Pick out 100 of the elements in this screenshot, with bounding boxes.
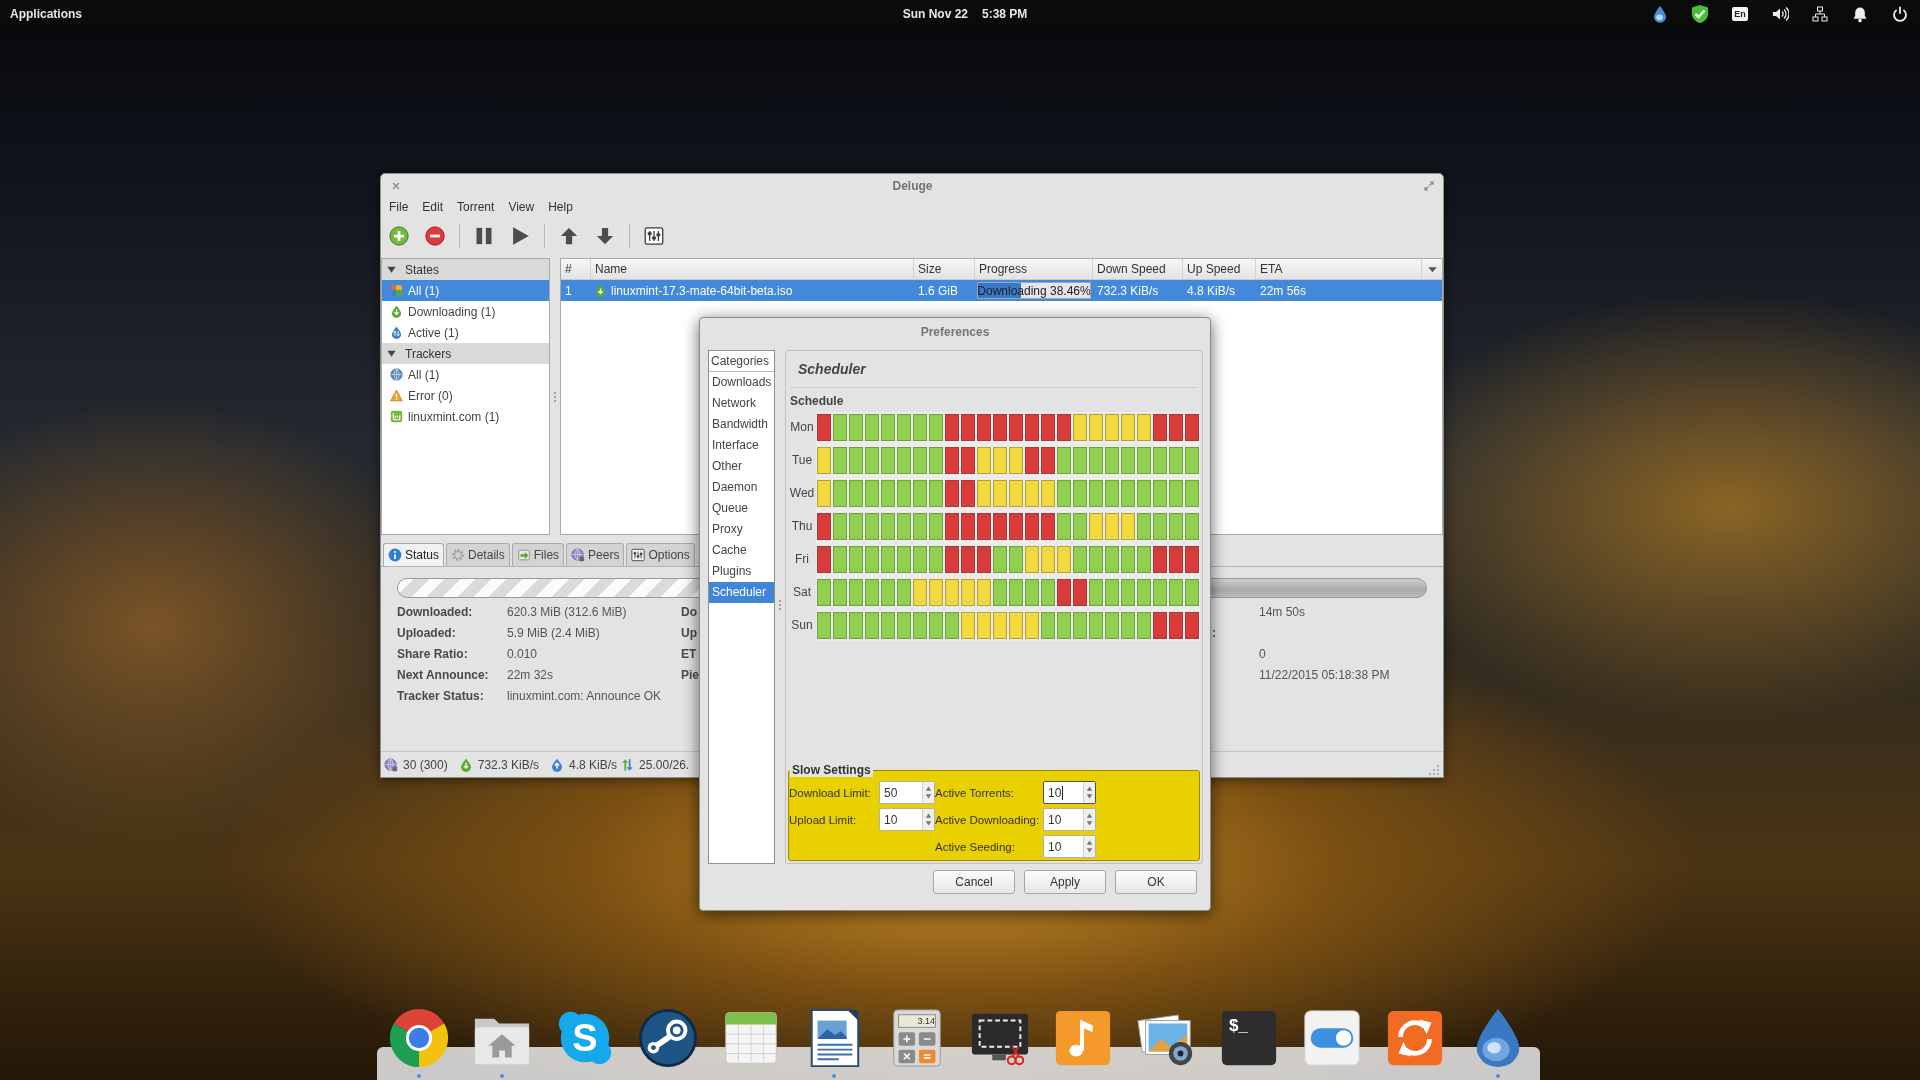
schedule-cell[interactable]: [833, 612, 847, 639]
schedule-cell[interactable]: [1057, 513, 1071, 540]
schedule-cell[interactable]: [961, 414, 975, 441]
filter-item[interactable]: Downloading (1): [382, 301, 549, 322]
filter-item[interactable]: linuxmint.com (1): [382, 406, 549, 427]
tab[interactable]: Peers: [566, 543, 625, 566]
schedule-cell[interactable]: [977, 546, 991, 573]
clock-text[interactable]: 5:38 PM: [982, 7, 1028, 21]
arrow-up-icon[interactable]: [559, 226, 579, 246]
schedule-cell[interactable]: [1073, 513, 1087, 540]
schedule-cell[interactable]: [1169, 546, 1183, 573]
schedule-cell[interactable]: [817, 414, 831, 441]
schedule-cell[interactable]: [897, 513, 911, 540]
schedule-cell[interactable]: [945, 414, 959, 441]
schedule-cell[interactable]: [1073, 546, 1087, 573]
schedule-cell[interactable]: [1041, 513, 1055, 540]
schedule-cell[interactable]: [897, 447, 911, 474]
play-icon[interactable]: [510, 226, 530, 246]
tab[interactable]: Status: [383, 543, 445, 566]
schedule-cell[interactable]: [881, 612, 895, 639]
schedule-cell[interactable]: [865, 447, 879, 474]
menu-item[interactable]: File: [382, 198, 416, 216]
schedule-cell[interactable]: [1009, 612, 1023, 639]
filter-item[interactable]: Active (1): [382, 322, 549, 343]
schedule-cell[interactable]: [865, 579, 879, 606]
schedule-cell[interactable]: [1073, 447, 1087, 474]
schedule-cell[interactable]: [1025, 447, 1039, 474]
grip-icon[interactable]: [778, 599, 782, 611]
schedule-cell[interactable]: [961, 513, 975, 540]
schedule-cell[interactable]: [865, 546, 879, 573]
schedule-cell[interactable]: [1121, 546, 1135, 573]
schedule-cell[interactable]: [1089, 447, 1103, 474]
schedule-cell[interactable]: [881, 546, 895, 573]
schedule-cell[interactable]: [913, 579, 927, 606]
category-item[interactable]: Interface: [709, 435, 774, 456]
column-header[interactable]: Name: [591, 259, 914, 279]
schedule-cell[interactable]: [993, 447, 1007, 474]
schedule-cell[interactable]: [1169, 447, 1183, 474]
schedule-cell[interactable]: [1009, 447, 1023, 474]
minus-circle-icon[interactable]: [425, 226, 445, 246]
speaker-icon[interactable]: [1771, 5, 1789, 23]
schedule-cell[interactable]: [1153, 579, 1167, 606]
column-header[interactable]: ETA: [1256, 259, 1422, 279]
schedule-cell[interactable]: [1105, 612, 1119, 639]
schedule-cell[interactable]: [1185, 480, 1199, 507]
spin-field[interactable]: 10: [879, 808, 935, 831]
disc-logo-icon[interactable]: [637, 1007, 699, 1069]
schedule-cell[interactable]: [1137, 546, 1151, 573]
schedule-cell[interactable]: [1137, 579, 1151, 606]
stepper-arrows-icon[interactable]: [1083, 809, 1095, 830]
schedule-cell[interactable]: [993, 414, 1007, 441]
schedule-cell[interactable]: [1169, 480, 1183, 507]
spin-field[interactable]: 50: [879, 781, 935, 804]
schedule-cell[interactable]: [1153, 612, 1167, 639]
schedule-cell[interactable]: [1073, 480, 1087, 507]
schedule-cell[interactable]: [1121, 612, 1135, 639]
schedule-cell[interactable]: [865, 480, 879, 507]
stepper-arrows-icon[interactable]: [922, 809, 934, 830]
schedule-cell[interactable]: [1185, 513, 1199, 540]
schedule-cell[interactable]: [833, 480, 847, 507]
schedule-cell[interactable]: [1089, 513, 1103, 540]
schedule-cell[interactable]: [865, 513, 879, 540]
schedule-cell[interactable]: [849, 414, 863, 441]
stepper-arrows-icon[interactable]: [1083, 836, 1095, 857]
schedule-cell[interactable]: [1137, 414, 1151, 441]
schedule-cell[interactable]: [1121, 513, 1135, 540]
schedule-cell[interactable]: [993, 612, 1007, 639]
tab[interactable]: Files: [511, 543, 565, 566]
schedule-cell[interactable]: [1105, 579, 1119, 606]
schedule-cell[interactable]: [1105, 414, 1119, 441]
schedule-cell[interactable]: [897, 579, 911, 606]
schedule-cell[interactable]: [977, 513, 991, 540]
filter-item[interactable]: Error (0): [382, 385, 549, 406]
schedule-cell[interactable]: [897, 546, 911, 573]
schedule-cell[interactable]: [977, 480, 991, 507]
schedule-cell[interactable]: [1089, 546, 1103, 573]
power-icon[interactable]: [1892, 6, 1908, 22]
category-item[interactable]: Plugins: [709, 561, 774, 582]
schedule-cell[interactable]: [977, 612, 991, 639]
tab[interactable]: Details: [446, 543, 510, 566]
schedule-cell[interactable]: [993, 546, 1007, 573]
schedule-cell[interactable]: [1137, 513, 1151, 540]
schedule-cell[interactable]: [929, 546, 943, 573]
category-item[interactable]: Downloads: [709, 372, 774, 393]
schedule-cell[interactable]: [1041, 546, 1055, 573]
expander-icon[interactable]: [386, 264, 397, 275]
schedule-cell[interactable]: [881, 414, 895, 441]
water-drop-icon[interactable]: [1652, 5, 1668, 23]
schedule-cell[interactable]: [1041, 414, 1055, 441]
schedule-cell[interactable]: [865, 414, 879, 441]
stepper-arrows-icon[interactable]: [1083, 782, 1095, 803]
menu-item[interactable]: Edit: [415, 198, 451, 216]
grip-icon[interactable]: [553, 390, 557, 403]
spin-field[interactable]: 10: [1043, 808, 1096, 831]
column-header[interactable]: #: [561, 259, 591, 279]
schedule-cell[interactable]: [977, 447, 991, 474]
schedule-cell[interactable]: [945, 612, 959, 639]
schedule-cell[interactable]: [961, 612, 975, 639]
schedule-cell[interactable]: [865, 612, 879, 639]
schedule-cell[interactable]: [1057, 414, 1071, 441]
